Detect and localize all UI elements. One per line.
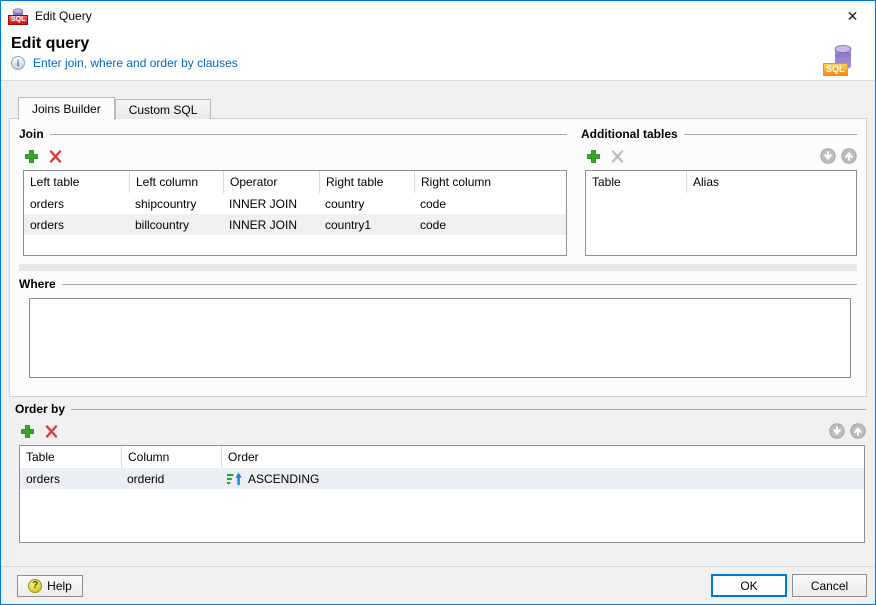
help-question-icon: ? <box>28 579 42 593</box>
move-order-down-button[interactable] <box>829 423 845 439</box>
join-group: Join <box>19 126 567 256</box>
page-title: Edit query <box>11 35 827 53</box>
additional-tables-header: Table Alias <box>586 171 856 193</box>
col-table: Table <box>20 446 121 468</box>
move-down-button[interactable] <box>820 148 836 164</box>
join-toolbar <box>23 148 567 164</box>
cancel-button-label: Cancel <box>811 579 848 593</box>
order-by-toolbar <box>19 423 866 439</box>
delete-order-button[interactable] <box>43 423 59 439</box>
plus-icon <box>21 425 34 438</box>
order-by-label: Order by <box>15 402 65 416</box>
additional-tables-toolbar <box>585 148 857 164</box>
col-alias: Alias <box>686 171 856 193</box>
edit-query-dialog: SQL Edit Query ✕ Edit query i Enter join… <box>0 0 876 605</box>
ok-button-label: OK <box>740 579 757 593</box>
join-group-label: Join <box>19 127 44 141</box>
sort-ascending-icon <box>227 472 242 486</box>
button-bar: ? Help OK Cancel <box>1 566 875 604</box>
add-order-button[interactable] <box>19 423 35 439</box>
sql-app-icon: SQL <box>10 8 27 25</box>
delete-x-icon-disabled <box>611 150 624 163</box>
col-operator: Operator <box>223 171 319 193</box>
page-subtitle: Enter join, where and order by clauses <box>33 56 238 70</box>
join-row[interactable]: orders shipcountry INNER JOIN country co… <box>24 193 566 214</box>
help-button[interactable]: ? Help <box>17 575 83 597</box>
info-icon: i <box>11 56 25 70</box>
sql-badge-large: SQL <box>823 63 848 76</box>
order-by-table[interactable]: Table Column Order orders orderid <box>19 445 865 543</box>
ok-button[interactable]: OK <box>711 574 787 597</box>
where-group: Where <box>19 276 857 378</box>
tab-joins-builder[interactable]: Joins Builder <box>18 97 115 120</box>
plus-icon <box>25 150 38 163</box>
sql-icon: SQL <box>827 42 861 76</box>
join-row[interactable]: orders billcountry INNER JOIN country1 c… <box>24 214 566 235</box>
arrow-up-circle-icon <box>850 423 866 439</box>
col-left-column: Left column <box>129 171 223 193</box>
arrow-up-circle-icon <box>841 148 857 164</box>
col-column: Column <box>121 446 221 468</box>
additional-tables-label: Additional tables <box>581 127 678 141</box>
col-left-table: Left table <box>24 171 129 193</box>
join-table-header: Left table Left column Operator Right ta… <box>24 171 566 193</box>
additional-tables-group: Additional tables <box>581 126 857 256</box>
delete-x-icon <box>45 425 58 438</box>
dialog-body: Joins Builder Custom SQL Join <box>1 81 875 566</box>
sql-badge: SQL <box>8 15 28 25</box>
move-order-up-button[interactable] <box>850 423 866 439</box>
order-by-group: Order by <box>9 401 867 543</box>
help-button-label: Help <box>47 579 72 593</box>
col-right-table: Right table <box>319 171 414 193</box>
col-order: Order <box>221 446 864 468</box>
delete-x-icon <box>49 150 62 163</box>
title-bar: SQL Edit Query ✕ <box>1 1 875 31</box>
joins-builder-page: Join <box>9 118 867 397</box>
arrow-down-circle-icon <box>829 423 845 439</box>
join-table[interactable]: Left table Left column Operator Right ta… <box>23 170 567 256</box>
delete-table-button-disabled[interactable] <box>609 148 625 164</box>
window-title: Edit Query <box>35 9 830 23</box>
order-by-row[interactable]: orders orderid ASCENDING <box>20 468 864 489</box>
additional-tables-table[interactable]: Table Alias <box>585 170 857 256</box>
dialog-header: Edit query i Enter join, where and order… <box>1 31 875 81</box>
tab-custom-sql[interactable]: Custom SQL <box>115 99 212 119</box>
col-right-column: Right column <box>414 171 566 193</box>
where-input[interactable] <box>29 298 851 378</box>
arrow-down-circle-icon <box>820 148 836 164</box>
cancel-button[interactable]: Cancel <box>792 574 867 597</box>
move-up-button[interactable] <box>841 148 857 164</box>
horizontal-splitter[interactable] <box>19 264 857 271</box>
col-table: Table <box>586 171 686 193</box>
add-join-button[interactable] <box>23 148 39 164</box>
close-icon[interactable]: ✕ <box>830 1 875 31</box>
tab-strip: Joins Builder Custom SQL <box>9 97 867 119</box>
delete-join-button[interactable] <box>47 148 63 164</box>
plus-icon <box>587 150 600 163</box>
order-by-header: Table Column Order <box>20 446 864 468</box>
add-table-button[interactable] <box>585 148 601 164</box>
order-direction: ASCENDING <box>248 472 319 486</box>
where-group-label: Where <box>19 277 56 291</box>
